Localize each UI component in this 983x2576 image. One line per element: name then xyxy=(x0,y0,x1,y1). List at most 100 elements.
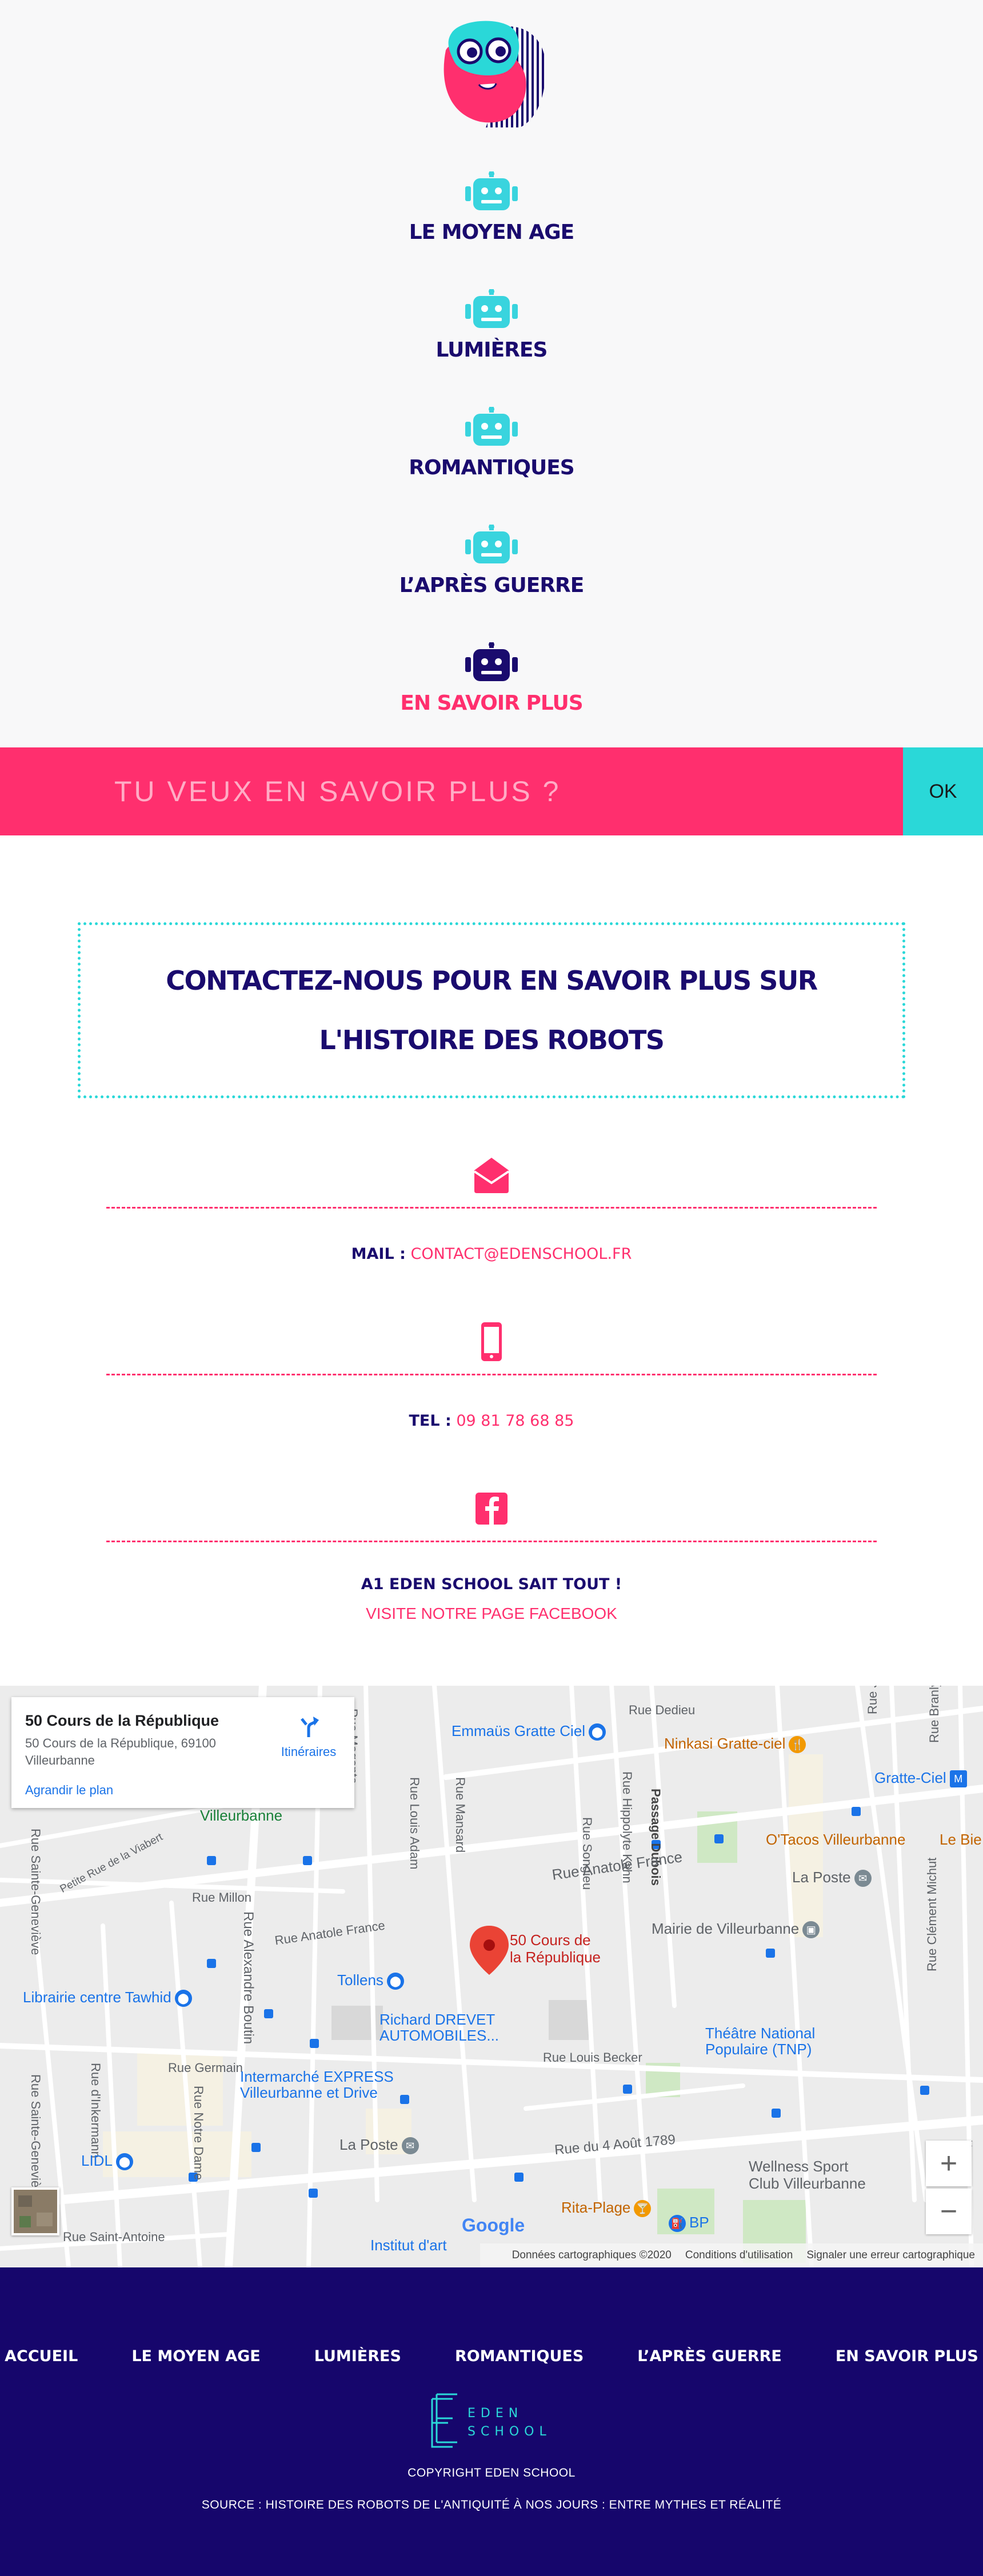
poi-gratte-ciel-metro[interactable]: Gratte-Ciel M xyxy=(874,1769,967,1788)
footer-link-en-savoir-plus[interactable]: EN SAVOIR PLUS xyxy=(836,2347,978,2365)
street-label: Rue Germain xyxy=(168,2061,243,2075)
poi-label: La Poste xyxy=(339,2136,398,2153)
poi-emmaus[interactable]: Emmaüs Gratte Ciel ⬤ xyxy=(451,1722,606,1741)
nav-item-label: L’APRÈS GUERRE xyxy=(399,574,585,597)
divider xyxy=(106,1541,877,1542)
robot-icon xyxy=(465,642,518,681)
poi-otacos[interactable]: O'Tacos Villeurbanne xyxy=(766,1831,905,1849)
footer-link-lumieres[interactable]: LUMIÈRES xyxy=(314,2347,401,2365)
tel-link[interactable]: 09 81 78 68 85 xyxy=(456,1412,574,1430)
robot-icon xyxy=(465,171,518,210)
terms-link[interactable]: Conditions d'utilisation xyxy=(685,2249,793,2262)
poi-label: O'Tacos Villeurbanne xyxy=(766,1831,906,1848)
logo-eden: EDEN xyxy=(467,2406,523,2421)
poi-villeurbanne[interactable]: Villeurbanne xyxy=(200,1807,282,1825)
footer-link-romantiques[interactable]: ROMANTIQUES xyxy=(455,2347,584,2365)
robot-icon xyxy=(465,525,518,563)
nav-item-moyen-age[interactable]: LE MOYEN AGE xyxy=(0,171,983,244)
footer-link-accueil[interactable]: ACCUEIL xyxy=(5,2347,78,2365)
restaurant-icon: 🍴 xyxy=(789,1736,806,1754)
mail-line: MAIL : CONTACT@EDENSCHOOL.FR xyxy=(106,1245,877,1263)
copyright: COPYRIGHT EDEN SCHOOL xyxy=(407,2466,576,2479)
street-label: Rue Sainte-Geneviève xyxy=(29,1829,43,1955)
marker-label[interactable]: 50 Cours de la République xyxy=(510,1931,601,1966)
directions-button[interactable]: Itinéraires xyxy=(269,1714,349,1759)
footer-nav: ACCUEIL LE MOYEN AGE LUMIÈRES ROMANTIQUE… xyxy=(0,2347,983,2365)
google-map[interactable]: Rue Dedieu Rue Magenta Rue Louis Adam Ru… xyxy=(0,1686,983,2267)
facebook-icon xyxy=(475,1493,508,1525)
phone-icon xyxy=(481,1322,502,1361)
poi-intermarche[interactable]: Intermarché EXPRESS Villeurbanne et Driv… xyxy=(240,2069,406,2101)
poi-bp[interactable]: ⛽ BP xyxy=(669,2214,709,2233)
poi-drevet[interactable]: Richard DREVET AUTOMOBILES... xyxy=(379,2011,517,2043)
mail-block: MAIL : CONTACT@EDENSCHOOL.FR xyxy=(106,1153,877,1263)
mail-icon: ✉ xyxy=(401,2137,419,2155)
nav-item-en-savoir-plus[interactable]: EN SAVOIR PLUS xyxy=(0,642,983,715)
source-credit: SOURCE : HISTOIRE DES ROBOTS DE L'ANTIQU… xyxy=(201,2498,782,2511)
poi-label: Intermarché EXPRESS Villeurbanne et Driv… xyxy=(240,2068,394,2101)
poi-le-bie[interactable]: Le Bie xyxy=(940,1831,982,1849)
google-logo: Google xyxy=(462,2215,525,2236)
cart-icon: ⬤ xyxy=(115,2153,133,2171)
poi-label: Ninkasi Gratte-ciel xyxy=(664,1735,786,1752)
robot-icon xyxy=(465,407,518,446)
poi-lidl[interactable]: LIDL ⬤ xyxy=(81,2152,133,2171)
poi-mairie[interactable]: Mairie de Villeurbanne ▣ xyxy=(652,1920,820,1939)
directions-label: Itinéraires xyxy=(281,1745,337,1759)
street-label: Rue Branly xyxy=(927,1686,941,1743)
shop-icon: ⬤ xyxy=(589,1723,606,1741)
poi-label: La Poste xyxy=(792,1869,851,1886)
report-error-link[interactable]: Signaler une erreur cartographique xyxy=(806,2249,975,2262)
tel-line: TEL : 09 81 78 68 85 xyxy=(106,1412,877,1430)
zoom-in-button[interactable]: + xyxy=(926,2141,972,2186)
zoom-out-button[interactable]: − xyxy=(926,2189,972,2234)
question-input[interactable] xyxy=(0,747,903,835)
mail-icon: ✉ xyxy=(854,1870,872,1887)
satellite-toggle[interactable] xyxy=(11,2187,59,2235)
poi-label: LIDL xyxy=(81,2152,113,2169)
street-label: Rue Louis Becker xyxy=(543,2050,642,2065)
place-info-card: 50 Cours de la République 50 Cours de la… xyxy=(11,1697,354,1808)
map-attribution: Données cartographiques ©2020 Conditions… xyxy=(480,2243,983,2267)
facebook-page-link[interactable]: VISITE NOTRE PAGE FACEBOOK xyxy=(106,1605,877,1623)
facebook-block: A1 EDEN SCHOOL SAIT TOUT ! VISITE NOTRE … xyxy=(106,1487,877,1623)
nav-item-label: EN SAVOIR PLUS xyxy=(400,691,583,715)
envelope-icon xyxy=(473,1158,510,1193)
street-label: Rue Millon xyxy=(192,1890,251,1905)
poi-la-poste-1[interactable]: La Poste ✉ xyxy=(792,1869,872,1887)
poi-wellness[interactable]: Wellness Sport Club Villeurbanne xyxy=(749,2158,874,2192)
nav-item-label: ROMANTIQUES xyxy=(409,456,574,479)
bar-icon: 🍸 xyxy=(634,2200,652,2218)
contact-title-box: CONTACTEZ-NOUS POUR EN SAVOIR PLUS SUR L… xyxy=(78,922,905,1098)
poi-label: Librairie centre Tawhid xyxy=(23,1989,171,2006)
fuel-icon: ⛽ xyxy=(669,2215,686,2233)
poi-rita-plage[interactable]: Rita-Plage 🍸 xyxy=(561,2199,652,2218)
poi-la-poste-2[interactable]: La Poste ✉ xyxy=(339,2136,419,2155)
poi-institut[interactable]: Institut d'art xyxy=(370,2237,447,2254)
eden-school-logo[interactable]: EDEN SCHOOL xyxy=(431,2392,552,2451)
street-label: Rue Clément Michut xyxy=(925,1857,939,1971)
map-data-credit: Données cartographiques ©2020 xyxy=(512,2249,672,2261)
poi-label: Mairie de Villeurbanne xyxy=(652,1920,800,1937)
poi-label: BP xyxy=(689,2214,709,2231)
nav-item-apres-guerre[interactable]: L’APRÈS GUERRE xyxy=(0,525,983,597)
poi-librairie[interactable]: Librairie centre Tawhid ⬤ xyxy=(23,1989,192,2007)
mail-link[interactable]: CONTACT@EDENSCHOOL.FR xyxy=(410,1245,632,1263)
nav-item-label: LE MOYEN AGE xyxy=(409,221,575,244)
enlarge-map-link[interactable]: Agrandir le plan xyxy=(25,1783,113,1798)
street-label: Rue Alexandre Boutin xyxy=(241,1911,256,2045)
poi-tollens[interactable]: Tollens ⬤ xyxy=(337,1971,404,1990)
nav-item-lumieres[interactable]: LUMIÈRES xyxy=(0,289,983,362)
footer-link-apres-guerre[interactable]: L’APRÈS GUERRE xyxy=(637,2347,782,2365)
tel-label: TEL : xyxy=(409,1412,451,1430)
street-label: Passage Dubois xyxy=(649,1789,663,1886)
nav-item-romantiques[interactable]: ROMANTIQUES xyxy=(0,407,983,479)
ok-button[interactable]: OK xyxy=(903,747,983,835)
poi-tnp[interactable]: Théâtre National Populaire (TNP) xyxy=(705,2025,831,2057)
poi-label: Emmaüs Gratte Ciel xyxy=(451,1722,586,1739)
poi-ninkasi[interactable]: Ninkasi Gratte-ciel 🍴 xyxy=(664,1735,806,1754)
robot-face-logo[interactable] xyxy=(429,16,549,130)
footer-link-moyen-age[interactable]: LE MOYEN AGE xyxy=(131,2347,260,2365)
divider xyxy=(106,1207,877,1209)
street-label: Rue Mansard xyxy=(453,1777,467,1853)
